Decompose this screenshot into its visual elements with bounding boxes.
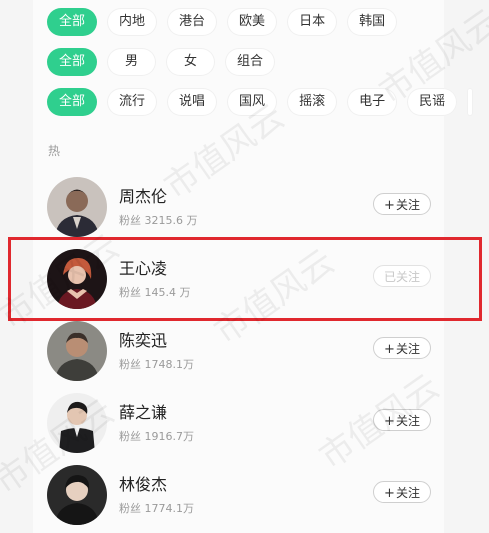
- artist-name[interactable]: 林俊杰: [119, 471, 167, 495]
- plus-icon: +: [384, 342, 395, 357]
- artist-name[interactable]: 周杰伦: [119, 183, 167, 207]
- gender-chip-male[interactable]: 男: [107, 48, 157, 76]
- genre-chip-more[interactable]: [467, 88, 474, 116]
- follow-button-label: 关注: [395, 414, 420, 428]
- avatar[interactable]: [47, 393, 107, 453]
- genre-chip-rock[interactable]: 摇滚: [287, 88, 338, 116]
- follow-button[interactable]: +关注: [373, 481, 431, 503]
- follow-button[interactable]: +关注: [373, 409, 431, 431]
- genre-chip-rap[interactable]: 说唱: [167, 88, 218, 116]
- region-chip-mainland[interactable]: 内地: [107, 8, 158, 36]
- genre-chip-folk[interactable]: 民谣: [407, 88, 458, 116]
- follow-button-label: 关注: [395, 342, 420, 356]
- region-chip-all[interactable]: 全部: [47, 8, 98, 36]
- follow-button-label: 关注: [395, 486, 420, 500]
- artist-name[interactable]: 陈奕迅: [119, 327, 167, 351]
- follow-button[interactable]: +关注: [373, 193, 431, 215]
- fan-count: 粉丝 1916.7万: [119, 430, 194, 443]
- region-filter-row: 全部 内地 港台 欧美 日本 韩国: [47, 8, 398, 38]
- gender-filter-row: 全部 男 女 组合: [47, 48, 276, 78]
- genre-chip-pop[interactable]: 流行: [107, 88, 158, 116]
- avatar-photo-icon: [47, 177, 107, 237]
- avatar[interactable]: [47, 321, 107, 381]
- avatar-photo-icon: [47, 321, 107, 381]
- plus-icon: +: [384, 414, 395, 429]
- plus-icon: +: [384, 486, 395, 501]
- region-chip-japan[interactable]: 日本: [287, 8, 338, 36]
- artist-name[interactable]: 薛之谦: [119, 399, 167, 423]
- artist-row[interactable]: 陈奕迅 粉丝 1748.1万 +关注: [33, 316, 444, 388]
- avatar-photo-icon: [47, 393, 107, 453]
- avatar[interactable]: [47, 177, 107, 237]
- region-chip-hk-tw[interactable]: 港台: [167, 8, 218, 36]
- artist-row[interactable]: 周杰伦 粉丝 3215.6 万 +关注: [33, 172, 444, 244]
- genre-filter-row: 全部 流行 说唱 国风 摇滚 电子 民谣: [47, 88, 474, 118]
- section-title-hot: 热: [48, 144, 61, 158]
- gender-chip-female[interactable]: 女: [166, 48, 216, 76]
- artist-row[interactable]: 林俊杰 粉丝 1774.1万 +关注: [33, 460, 444, 532]
- gender-chip-group[interactable]: 组合: [225, 48, 276, 76]
- avatar[interactable]: [47, 465, 107, 525]
- follow-button[interactable]: +关注: [373, 337, 431, 359]
- genre-chip-electronic[interactable]: 电子: [347, 88, 398, 116]
- region-chip-western[interactable]: 欧美: [227, 8, 278, 36]
- fan-count: 粉丝 1748.1万: [119, 358, 194, 371]
- genre-chip-guofeng[interactable]: 国风: [227, 88, 278, 116]
- follow-button-label: 关注: [395, 198, 420, 212]
- highlight-box: [8, 237, 482, 321]
- region-chip-korea[interactable]: 韩国: [347, 8, 398, 36]
- genre-chip-all[interactable]: 全部: [47, 88, 98, 116]
- fan-count: 粉丝 1774.1万: [119, 502, 194, 515]
- fan-count: 粉丝 3215.6 万: [119, 214, 198, 227]
- avatar-photo-icon: [47, 465, 107, 525]
- plus-icon: +: [384, 198, 395, 213]
- gender-chip-all[interactable]: 全部: [47, 48, 98, 76]
- artist-row[interactable]: 薛之谦 粉丝 1916.7万 +关注: [33, 388, 444, 460]
